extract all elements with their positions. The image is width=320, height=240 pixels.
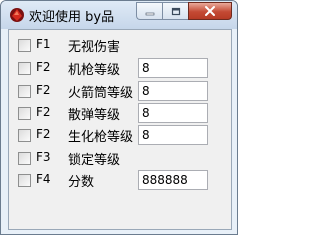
hotkey-label: F2 xyxy=(36,83,51,97)
hotkey-label: F3 xyxy=(36,150,51,164)
maximize-button[interactable] xyxy=(162,2,188,20)
rocket-launcher-level-checkbox[interactable] xyxy=(18,85,31,98)
caption-buttons xyxy=(136,2,232,20)
title-bar[interactable]: 欢迎使用 by品 xyxy=(1,1,237,29)
row-biochem-gun-level: F2 生化枪等级 xyxy=(9,124,231,146)
close-button[interactable] xyxy=(188,2,232,20)
app-window: 欢迎使用 by品 F1 无视伤害 F2 机枪等级 8 F2 火箭筒等级 8 F2… xyxy=(0,0,238,235)
row-rocket-launcher-level: F2 火箭筒等级 xyxy=(9,80,231,102)
window-title: 欢迎使用 by品 xyxy=(29,10,115,25)
option-label: 火箭筒等级 xyxy=(68,86,134,101)
hotkey-label: F2 xyxy=(36,105,51,119)
machine-gun-level-checkbox[interactable] xyxy=(18,62,31,75)
minimize-button[interactable] xyxy=(136,2,162,20)
score-checkbox[interactable] xyxy=(18,174,31,187)
maximize-icon xyxy=(171,2,181,21)
rocket-launcher-level-input[interactable] xyxy=(138,81,208,101)
option-label: 分数 xyxy=(68,175,95,190)
shotgun-level-checkbox[interactable] xyxy=(18,107,31,120)
option-label: 机枪等级 xyxy=(68,63,121,78)
close-icon xyxy=(204,2,216,21)
score-input[interactable] xyxy=(138,170,208,190)
hotkey-label: F1 xyxy=(36,37,51,51)
row-machine-gun-level: F2 机枪等级 xyxy=(9,57,231,79)
option-label: 生化枪等级 xyxy=(68,130,134,145)
row-shotgun-level: F2 散弹等级 xyxy=(9,102,231,124)
option-label: 锁定等级 xyxy=(68,153,121,168)
hotkey-label: F2 xyxy=(36,60,51,74)
ignore-damage-checkbox[interactable] xyxy=(18,39,31,52)
red-gem-icon xyxy=(9,7,25,23)
machine-gun-level-input[interactable] xyxy=(138,58,208,78)
minimize-icon xyxy=(145,2,155,21)
row-ignore-damage: F1 无视伤害 xyxy=(9,34,231,56)
row-score: F4 分数 xyxy=(9,169,231,191)
biochem-gun-level-input[interactable] xyxy=(138,125,208,145)
hotkey-label: F2 xyxy=(36,127,51,141)
option-label: 无视伤害 xyxy=(68,40,121,55)
shotgun-level-input[interactable] xyxy=(138,103,208,123)
lock-level-checkbox[interactable] xyxy=(18,152,31,165)
hotkey-label: F4 xyxy=(36,172,51,186)
option-label: 散弹等级 xyxy=(68,108,121,123)
client-area: F1 无视伤害 F2 机枪等级 F2 火箭筒等级 F2 散弹等级 F2 生化枪等… xyxy=(8,29,232,230)
biochem-gun-level-checkbox[interactable] xyxy=(18,129,31,142)
row-lock-level: F3 锁定等级 xyxy=(9,147,231,169)
